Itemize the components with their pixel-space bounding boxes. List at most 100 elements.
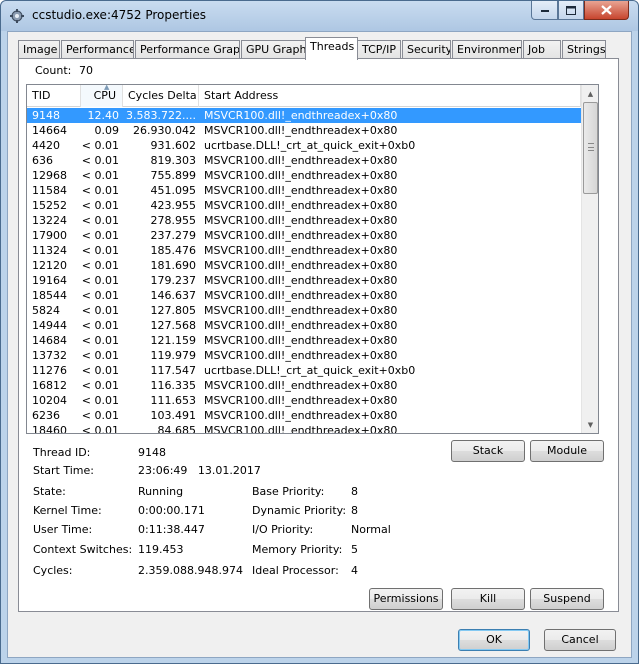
ok-button[interactable]: OK [458,629,530,651]
thread-tid-cell: 6236 [32,409,60,422]
thread-tid-cell: 4420 [32,139,60,152]
dynamic-priority-label: Dynamic Priority: [252,504,347,517]
properties-window: ccstudio.exe:4752 Properties Image Perfo… [0,0,639,664]
threads-list[interactable]: TID ▲ CPU Cycles Delta Start Address 914… [26,84,599,434]
thread-row[interactable]: 6236 < 0.01 103.491 MSVCR100.dll!_endthread… [27,408,581,423]
gear-app-icon[interactable] [9,8,25,24]
thread-tid-cell: 9148 [32,109,60,122]
thread-cycles-delta-cell: 181.690 [150,259,197,272]
thread-row[interactable]: 16812 < 0.01 116.335 MSVCR100.dll!_endthrea… [27,378,581,393]
ideal-processor-label: Ideal Processor: [252,564,339,577]
scroll-up-arrow-icon[interactable]: ▲ [582,85,598,102]
thread-cpu-cell: < 0.01 [81,364,119,377]
thread-row[interactable]: 12968 < 0.01 755.899 MSVCR100.dll!_endthrea… [27,168,581,183]
suspend-button[interactable]: Suspend [530,588,604,610]
minimize-button[interactable] [531,1,558,20]
thread-row[interactable]: 5824 < 0.01 127.805 MSVCR100.dll!_endthread… [27,303,581,318]
thread-start-address-cell: MSVCR100.dll!_endthreadex+0x80 [204,424,398,434]
thread-cycles-delta-cell: 26.930.042 [133,124,196,137]
tab-gpu-graph[interactable]: GPU Graph [241,40,306,59]
maximize-button[interactable] [558,1,584,20]
thread-row[interactable]: 18544 < 0.01 146.637 MSVCR100.dll!_endthrea… [27,288,581,303]
scrollbar-thumb[interactable] [583,102,598,194]
thread-id-value: 9148 [138,446,166,459]
thread-start-address-cell: MSVCR100.dll!_endthreadex+0x80 [204,319,398,332]
thread-cpu-cell: < 0.01 [81,424,119,434]
kill-button[interactable]: Kill [451,588,525,610]
thread-row[interactable]: 13732 < 0.01 119.979 MSVCR100.dll!_endthrea… [27,348,581,363]
thread-tid-cell: 18460 [32,424,67,434]
memory-priority-value: 5 [351,543,358,556]
thread-start-address-cell: MSVCR100.dll!_endthreadex+0x80 [204,214,398,227]
tab-job[interactable]: Job [523,40,561,59]
thread-cpu-cell: < 0.01 [81,274,119,287]
thread-cpu-cell: < 0.01 [81,304,119,317]
thread-row[interactable]: 4420 < 0.01 931.602 ucrtbase.DLL!_crt_at_qu… [27,138,581,153]
column-header-start-address[interactable]: Start Address [199,85,581,107]
stack-button[interactable]: Stack [451,440,525,462]
thread-row[interactable]: 14664 0.09 26.930.042 MSVCR100.dll!_endthre… [27,123,581,138]
thread-row[interactable]: 14944 < 0.01 127.568 MSVCR100.dll!_endthrea… [27,318,581,333]
dynamic-priority-value: 8 [351,504,358,517]
thread-tid-cell: 12968 [32,169,67,182]
permissions-button[interactable]: Permissions [369,588,443,610]
thread-row[interactable]: 17900 < 0.01 237.279 MSVCR100.dll!_endthrea… [27,228,581,243]
thread-row[interactable]: 636 < 0.01 819.303 MSVCR100.dll!_endthreade… [27,153,581,168]
thread-cpu-cell: < 0.01 [81,379,119,392]
thread-cycles-delta-cell: 146.637 [150,289,197,302]
thread-tid-cell: 636 [32,154,53,167]
thread-row[interactable]: 11276 < 0.01 117.547 ucrtbase.DLL!_crt_at_q… [27,363,581,378]
cycles-value: 2.359.088.948.974 [138,564,243,577]
thread-row[interactable]: 11584 < 0.01 451.095 MSVCR100.dll!_endthrea… [27,183,581,198]
thread-row[interactable]: 11324 < 0.01 185.476 MSVCR100.dll!_endthrea… [27,243,581,258]
thread-tid-cell: 11584 [32,184,67,197]
thread-row[interactable]: 15252 < 0.01 423.955 MSVCR100.dll!_endthrea… [27,198,581,213]
thread-tid-cell: 12120 [32,259,67,272]
tab-image[interactable]: Image [18,40,60,59]
scrollbar-grip-icon [588,143,594,151]
column-header-cpu[interactable]: ▲ CPU [81,85,123,107]
module-button[interactable]: Module [530,440,604,462]
thread-start-address-cell: MSVCR100.dll!_endthreadex+0x80 [204,169,398,182]
title-bar[interactable]: ccstudio.exe:4752 Properties [1,1,638,31]
thread-row[interactable]: 19164 < 0.01 179.237 MSVCR100.dll!_endthrea… [27,273,581,288]
tab-tcpip[interactable]: TCP/IP [357,40,401,59]
window-title: ccstudio.exe:4752 Properties [32,8,206,22]
tab-security[interactable]: Security [402,40,451,59]
tab-environment[interactable]: Environment [452,40,522,59]
thread-row-selected[interactable]: 9148 12.40 3.583.722.... MSVCR100.dll!_endt… [27,108,581,123]
scroll-down-arrow-icon[interactable]: ▼ [582,416,598,433]
start-time-value: 23:06:49 13.01.2017 [138,464,261,477]
thread-row[interactable]: 18460 < 0.01 84.685 MSVCR100.dll!_endthread… [27,423,581,434]
thread-cycles-delta-cell: 423.955 [150,199,197,212]
thread-start-address-cell: MSVCR100.dll!_endthreadex+0x80 [204,334,398,347]
column-header-cycles-delta[interactable]: Cycles Delta [123,85,199,107]
thread-row[interactable]: 14684 < 0.01 121.159 MSVCR100.dll!_endthrea… [27,333,581,348]
tab-performance-graph[interactable]: Performance Graph [135,40,240,59]
user-time-value: 0:11:38.447 [138,523,205,536]
thread-start-address-cell: MSVCR100.dll!_endthreadex+0x80 [204,199,398,212]
thread-cpu-cell: < 0.01 [81,244,119,257]
tab-performance[interactable]: Performance [61,40,134,59]
thread-start-address-cell: ucrtbase.DLL!_crt_at_quick_exit+0xb0 [204,364,416,377]
thread-tid-cell: 14664 [32,124,67,137]
thread-row[interactable]: 12120 < 0.01 181.690 MSVCR100.dll!_endthrea… [27,258,581,273]
cancel-button[interactable]: Cancel [544,629,616,651]
thread-cpu-cell: < 0.01 [81,289,119,302]
tab-strings[interactable]: Strings [562,40,606,59]
close-button[interactable] [584,1,629,20]
thread-cycles-delta-cell: 119.979 [150,349,197,362]
thread-cycles-delta-cell: 237.279 [150,229,197,242]
column-header-tid[interactable]: TID [27,85,81,107]
io-priority-value: Normal [351,523,391,536]
thread-start-address-cell: MSVCR100.dll!_endthreadex+0x80 [204,289,398,302]
dialog-client-area: Image Performance Performance Graph GPU … [7,31,632,658]
thread-row[interactable]: 13224 < 0.01 278.955 MSVCR100.dll!_endthrea… [27,213,581,228]
thread-start-address-cell: MSVCR100.dll!_endthreadex+0x80 [204,304,398,317]
tab-threads[interactable]: Threads [305,37,358,60]
thread-cpu-cell: < 0.01 [81,334,119,347]
threads-list-scrollbar[interactable]: ▲ ▼ [581,85,598,433]
thread-start-address-cell: MSVCR100.dll!_endthreadex+0x80 [204,184,398,197]
thread-row[interactable]: 10204 < 0.01 111.653 MSVCR100.dll!_endthrea… [27,393,581,408]
minimize-icon [540,10,549,12]
